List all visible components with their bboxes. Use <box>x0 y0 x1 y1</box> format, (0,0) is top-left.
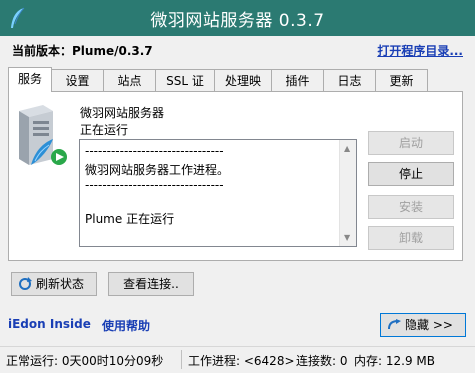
hide-button-label: 隐藏 >> <box>405 318 453 332</box>
install-button[interactable]: 安装 <box>368 195 454 219</box>
tab-ssl[interactable]: SSL 证书 <box>155 69 215 110</box>
open-program-dir-link[interactable]: 打开程序目录... <box>377 42 463 59</box>
help-link[interactable]: 使用帮助 <box>102 317 150 334</box>
tab-service[interactable]: 服务 <box>8 67 52 92</box>
tab-update[interactable]: 更新 <box>375 69 428 91</box>
log-scrollbar[interactable]: ▲ ▼ <box>339 140 356 246</box>
log-line: -------------------------------- <box>85 144 224 158</box>
window-title: 微羽网站服务器 0.3.7 <box>150 11 325 31</box>
service-log-box[interactable]: -------------------------------- 微羽网站服务器… <box>79 139 357 247</box>
hide-arrow-icon <box>388 319 401 330</box>
scroll-up-icon[interactable]: ▲ <box>344 144 350 153</box>
stop-button[interactable]: 停止 <box>368 162 454 186</box>
refresh-status-label: 刷新状态 <box>36 277 85 291</box>
worker-process-status: 工作进程: <6428> <box>188 354 295 368</box>
service-name: 微羽网站服务器 <box>80 106 165 120</box>
scroll-down-icon[interactable]: ▼ <box>344 233 350 242</box>
server-icon <box>19 105 67 165</box>
tab-bar: 服务 设置 站点 SSL 证书 处理映射 插件 日志 更新 <box>8 67 428 110</box>
version-label: 当前版本：Plume/0.3.7 <box>12 44 153 58</box>
log-line: Plume 正在运行 <box>85 212 175 226</box>
hide-button[interactable]: 隐藏 >> <box>380 313 466 337</box>
title-bar: 微羽网站服务器 0.3.7 <box>0 0 475 36</box>
refresh-icon <box>19 277 32 290</box>
tab-logs[interactable]: 日志 <box>323 69 376 91</box>
uninstall-button[interactable]: 卸载 <box>368 226 454 250</box>
log-line: -------------------------------- <box>85 178 224 192</box>
view-connections-button[interactable]: 查看连接.. <box>108 272 194 296</box>
tab-settings[interactable]: 设置 <box>51 69 104 91</box>
memory-status: 内存: 12.9 MB <box>354 354 435 368</box>
uptime-status: 正常运行: 0天00时10分09秒 <box>6 354 164 368</box>
refresh-status-button[interactable]: 刷新状态 <box>11 272 97 296</box>
iedon-inside-link[interactable]: iEdon Inside <box>8 317 91 331</box>
status-separator <box>181 350 182 369</box>
tab-handler-mapping[interactable]: 处理映射 <box>214 69 272 110</box>
start-button[interactable]: 启动 <box>368 131 454 155</box>
service-status: 正在运行 <box>80 123 129 137</box>
tab-sites[interactable]: 站点 <box>103 69 156 91</box>
tab-plugins[interactable]: 插件 <box>271 69 324 91</box>
connections-status: 连接数: 0 <box>296 354 348 368</box>
log-line: 微羽网站服务器工作进程。 <box>85 163 230 177</box>
status-bar: 正常运行: 0天00时10分09秒 工作进程: <6428> 连接数: 0 内存… <box>0 346 475 373</box>
